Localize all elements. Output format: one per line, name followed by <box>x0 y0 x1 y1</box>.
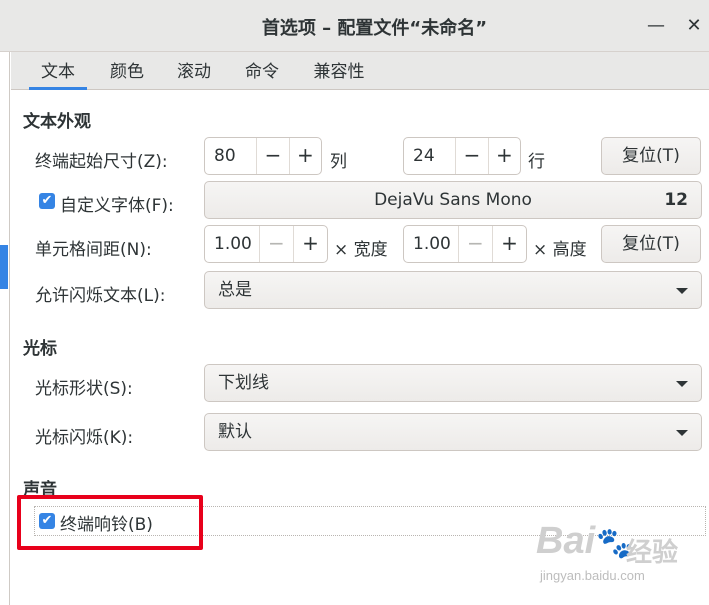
tab-colors[interactable]: 颜色 <box>97 52 157 90</box>
sidebar-selection-indicator <box>0 245 8 289</box>
height-spacing-spinner: 1.00 − + <box>403 225 527 263</box>
baidu-logo-cn: 经验 <box>626 538 679 568</box>
initial-size-label: 终端起始尺寸(Z): <box>35 152 168 172</box>
baidu-url: jingyan.baidu.com <box>540 568 645 583</box>
columns-input[interactable]: 80 <box>205 138 256 174</box>
width-spacing-spinner: 1.00 − + <box>204 225 328 263</box>
blink-text-value: 总是 <box>218 280 252 300</box>
width-spacing-decrement-button[interactable]: − <box>258 226 293 262</box>
cursor-blink-dropdown[interactable]: 默认 <box>204 413 702 451</box>
minimize-button[interactable]: — <box>644 14 668 38</box>
rows-decrement-button[interactable]: − <box>455 138 487 174</box>
width-spacing-input[interactable]: 1.00 <box>205 226 259 262</box>
dropdown-arrow-icon <box>676 381 688 387</box>
dropdown-arrow-icon <box>676 430 688 436</box>
width-unit-label: × 宽度 <box>334 240 388 260</box>
height-spacing-input[interactable]: 1.00 <box>404 226 458 262</box>
reset-spacing-button[interactable]: 复位(T) <box>601 225 701 263</box>
custom-font-label: 自定义字体(F): <box>60 196 174 216</box>
font-chooser-button[interactable]: DejaVu Sans Mono 12 <box>204 181 702 219</box>
font-name: DejaVu Sans Mono <box>374 190 532 210</box>
cursor-shape-value: 下划线 <box>218 373 269 393</box>
section-title-text-appearance: 文本外观 <box>23 112 91 132</box>
blink-text-label: 允许闪烁文本(L): <box>35 286 166 306</box>
window-title: 首选项 – 配置文件“未命名” <box>261 18 488 39</box>
rows-increment-button[interactable]: + <box>487 138 520 174</box>
title-bar: 首选项 – 配置文件“未命名” — ✕ <box>0 0 709 52</box>
baidu-watermark: Bai 🐾 经验 jingyan.baidu.com <box>536 520 706 600</box>
highlight-annotation-box <box>17 495 203 550</box>
columns-decrement-button[interactable]: − <box>256 138 288 174</box>
tab-text[interactable]: 文本 <box>29 52 87 90</box>
rows-unit-label: 行 <box>528 152 545 172</box>
height-spacing-increment-button[interactable]: + <box>491 226 526 262</box>
section-title-cursor: 光标 <box>23 339 57 359</box>
cursor-shape-label: 光标形状(S): <box>35 379 133 399</box>
columns-unit-label: 列 <box>330 152 347 172</box>
width-spacing-increment-button[interactable]: + <box>292 226 327 262</box>
blink-text-dropdown[interactable]: 总是 <box>204 271 702 309</box>
tab-bar: 文本 颜色 滚动 命令 兼容性 <box>11 52 709 90</box>
cursor-blink-value: 默认 <box>218 422 252 442</box>
reset-size-button[interactable]: 复位(T) <box>601 137 701 175</box>
tab-compatibility[interactable]: 兼容性 <box>299 52 379 90</box>
rows-input[interactable]: 24 <box>404 138 455 174</box>
tab-command[interactable]: 命令 <box>232 52 292 90</box>
baidu-logo-text: Bai <box>536 520 596 562</box>
sidebar-edge <box>0 52 10 605</box>
custom-font-checkbox[interactable]: ✔ <box>39 193 55 209</box>
text-settings-panel: 文本外观 终端起始尺寸(Z): 80 − + 列 24 − + 行 复位(T) … <box>11 91 709 605</box>
cursor-blink-label: 光标闪烁(K): <box>35 428 134 448</box>
cell-spacing-label: 单元格间距(N): <box>35 240 152 260</box>
columns-increment-button[interactable]: + <box>288 138 321 174</box>
columns-spinner: 80 − + <box>204 137 322 175</box>
close-button[interactable]: ✕ <box>682 14 706 38</box>
height-spacing-decrement-button[interactable]: − <box>457 226 492 262</box>
cursor-shape-dropdown[interactable]: 下划线 <box>204 364 702 402</box>
tab-scrolling[interactable]: 滚动 <box>164 52 224 90</box>
height-unit-label: × 高度 <box>533 240 587 260</box>
rows-spinner: 24 − + <box>403 137 521 175</box>
dropdown-arrow-icon <box>676 288 688 294</box>
font-size: 12 <box>664 190 688 210</box>
